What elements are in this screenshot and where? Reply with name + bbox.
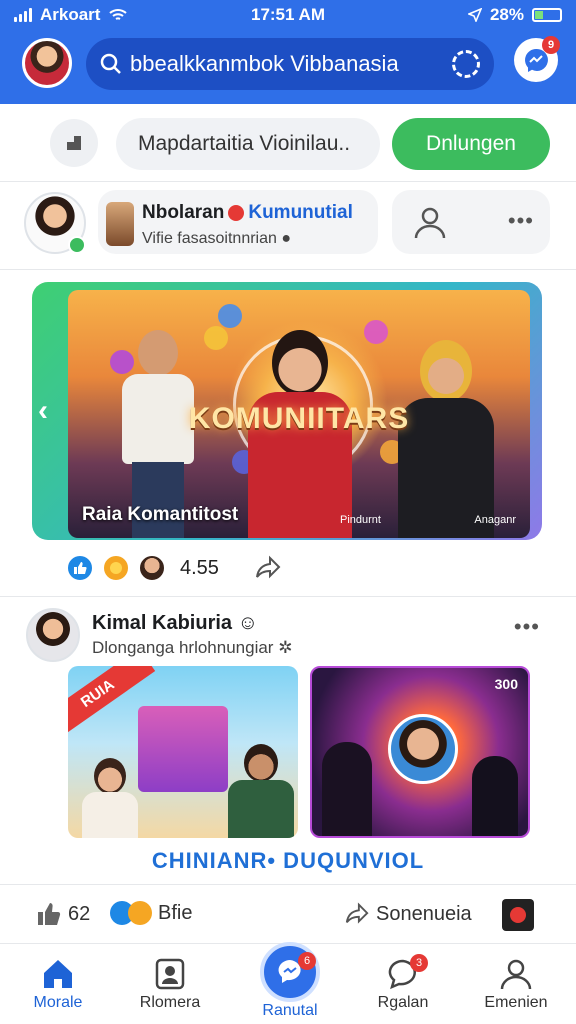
tab-label: Rlomera: [139, 994, 201, 1011]
tab-label: Emenien: [484, 994, 548, 1011]
like-button[interactable]: 62: [36, 901, 90, 927]
wow-reaction-icon: [102, 554, 130, 582]
reaction-count: 4.55: [180, 556, 219, 579]
post-divider: [0, 596, 576, 597]
smile-emoji-icon: ☺: [237, 612, 259, 634]
thumbs-up-icon: [38, 903, 61, 925]
person-figure: [82, 758, 138, 838]
tab-home[interactable]: Morale: [3, 954, 113, 1012]
profile-avatar[interactable]: [22, 38, 72, 88]
search-icon: [100, 53, 121, 74]
post-actions: 62 Bfie Sonenueia: [0, 884, 576, 944]
battery-icon: [532, 8, 562, 22]
emoji-bubble-icon: [364, 320, 388, 344]
share-icon[interactable]: [254, 554, 282, 582]
user-icon: [414, 207, 446, 239]
globe-icon: ●: [281, 230, 292, 247]
more-options-icon[interactable]: •••: [508, 208, 534, 234]
like-reaction-icon: [66, 554, 94, 582]
more-options-icon[interactable]: •••: [514, 614, 540, 640]
post-author-avatar[interactable]: [26, 608, 80, 662]
post-image-left[interactable]: RUIA: [68, 666, 298, 838]
person-figure: [228, 744, 294, 838]
emoji-bubble-icon: [218, 304, 242, 328]
reaction-icons: [110, 901, 152, 925]
verified-icon: [228, 204, 245, 221]
like-count: 62: [68, 902, 91, 925]
featured-image[interactable]: KOMUNIITARS Raia Komantitost Pindurnt An…: [68, 290, 530, 538]
search-input[interactable]: bbealkkanmbok Vibbanasia: [130, 51, 399, 77]
image-tag: 300: [494, 676, 518, 692]
notification-badge: 9: [542, 36, 560, 54]
emoji-bubble-icon: [204, 326, 228, 350]
person-silhouette: [472, 756, 518, 836]
status-bar: Arkoart 17:51 AM 28%: [0, 0, 576, 30]
messenger-button[interactable]: 9: [514, 36, 560, 82]
composer-icon-button[interactable]: [50, 119, 98, 167]
post-subtitle: Dlonganga hrlohnungiar ✲: [92, 638, 293, 657]
post-banner-text: CHINIANR• DUQUNVIOL: [151, 848, 425, 873]
react-button[interactable]: Bfie: [110, 901, 192, 925]
notification-badge: 3: [410, 954, 428, 972]
online-indicator: [68, 236, 86, 254]
profile-card-icon: [155, 958, 185, 990]
community-name: Nbolaran: [142, 202, 225, 223]
community-thumbnail: [106, 202, 134, 246]
post-author-name[interactable]: Kimal Kabiuria ☺: [92, 612, 258, 635]
castle-building: [138, 706, 228, 792]
post-button[interactable]: Dnlungen: [392, 118, 550, 170]
hero-caption-right: Anaganr: [474, 514, 516, 526]
post-image-right[interactable]: 300: [310, 666, 530, 838]
tab-label: Rgalan: [377, 994, 429, 1011]
community-subtitle: Vifie fasasoitnnrian: [142, 230, 277, 247]
community-card[interactable]: Nbolaran Kumunutial Vifie fasasoitnnrian …: [98, 190, 378, 254]
post-composer: Mapdartaitia Vioinilau.. Dnlungen: [0, 104, 576, 182]
featured-post-frame[interactable]: ‹ KOMUNIITARS Raia Komantitost Pindurnt …: [32, 282, 542, 540]
share-button[interactable]: Sonenueia: [344, 901, 472, 927]
save-button[interactable]: [502, 899, 534, 931]
author-avatar[interactable]: [24, 192, 86, 254]
location-icon: [467, 8, 482, 22]
note-icon: [67, 136, 81, 150]
reaction-summary[interactable]: 4.55: [66, 552, 281, 584]
bookmark-icon: [502, 899, 534, 931]
share-label: Sonenueia: [376, 902, 472, 925]
composer-input[interactable]: Mapdartaitia Vioinilau..: [116, 118, 380, 170]
hero-caption-mid: Pindurnt: [340, 514, 381, 526]
user-icon: [500, 959, 532, 990]
battery-percent: 28%: [489, 5, 524, 24]
tab-chat[interactable]: 3 Rgalan: [348, 954, 458, 1012]
profile-card[interactable]: •••: [392, 190, 550, 254]
notification-badge: 6: [298, 952, 316, 970]
settings-icon: ✲: [278, 638, 293, 657]
portrait-disk: [388, 714, 458, 784]
home-icon: [44, 960, 72, 988]
person-silhouette: [322, 742, 372, 836]
react-label: Bfie: [158, 901, 193, 924]
hero-title: KOMUNIITARS: [188, 402, 410, 435]
friend-avatar: [138, 554, 166, 582]
share-icon: [345, 902, 369, 924]
top-bar: bbealkkanmbok Vibbanasia 9: [0, 30, 576, 104]
search-bar[interactable]: bbealkkanmbok Vibbanasia: [86, 38, 494, 90]
community-fab-button[interactable]: 6: [260, 942, 320, 1002]
community-highlight: Kumunutial: [248, 202, 353, 223]
refresh-icon[interactable]: [452, 50, 480, 78]
tab-profile[interactable]: Emenien: [461, 954, 571, 1012]
hero-caption: Raia Komantitost: [82, 504, 239, 525]
person-figure: [398, 340, 494, 538]
tab-people[interactable]: Rlomera: [115, 954, 225, 1012]
tab-label: Ranutal: [262, 1002, 318, 1019]
tab-label: Morale: [33, 994, 83, 1011]
story-row: Nbolaran Kumunutial Vifie fasasoitnnrian …: [0, 182, 576, 270]
tab-community[interactable]: Ranutal: [235, 1002, 345, 1020]
chevron-left-icon[interactable]: ‹: [38, 394, 48, 428]
